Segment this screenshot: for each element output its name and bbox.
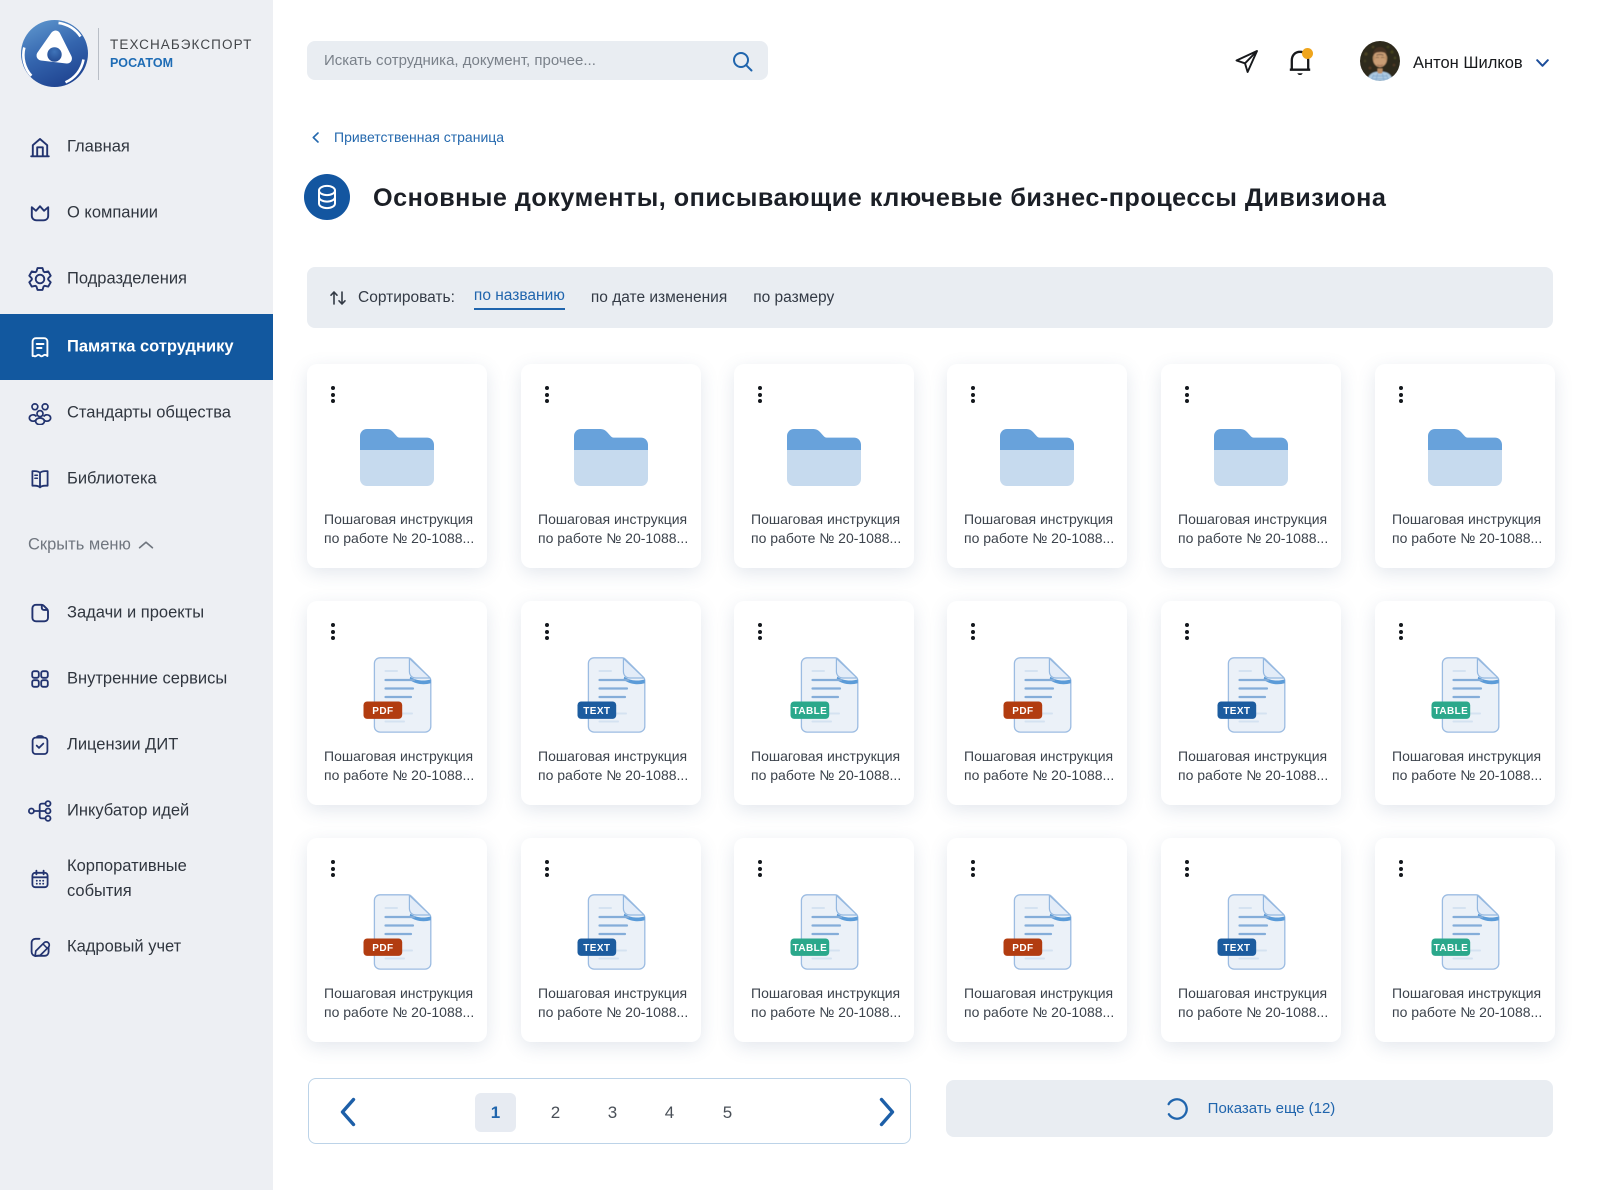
svg-text:TEXT: TEXT — [583, 943, 610, 954]
svg-text:PDF: PDF — [1012, 943, 1033, 954]
svg-text:PDF: PDF — [372, 943, 393, 954]
svg-text:PDF: PDF — [372, 706, 393, 717]
svg-text:TABLE: TABLE — [792, 943, 827, 954]
svg-text:TABLE: TABLE — [1433, 943, 1468, 954]
svg-text:TEXT: TEXT — [1223, 943, 1250, 954]
svg-text:TABLE: TABLE — [1433, 706, 1468, 717]
svg-text:TEXT: TEXT — [583, 706, 610, 717]
svg-text:PDF: PDF — [1012, 706, 1033, 717]
svg-text:TABLE: TABLE — [792, 706, 827, 717]
svg-text:TEXT: TEXT — [1223, 706, 1250, 717]
